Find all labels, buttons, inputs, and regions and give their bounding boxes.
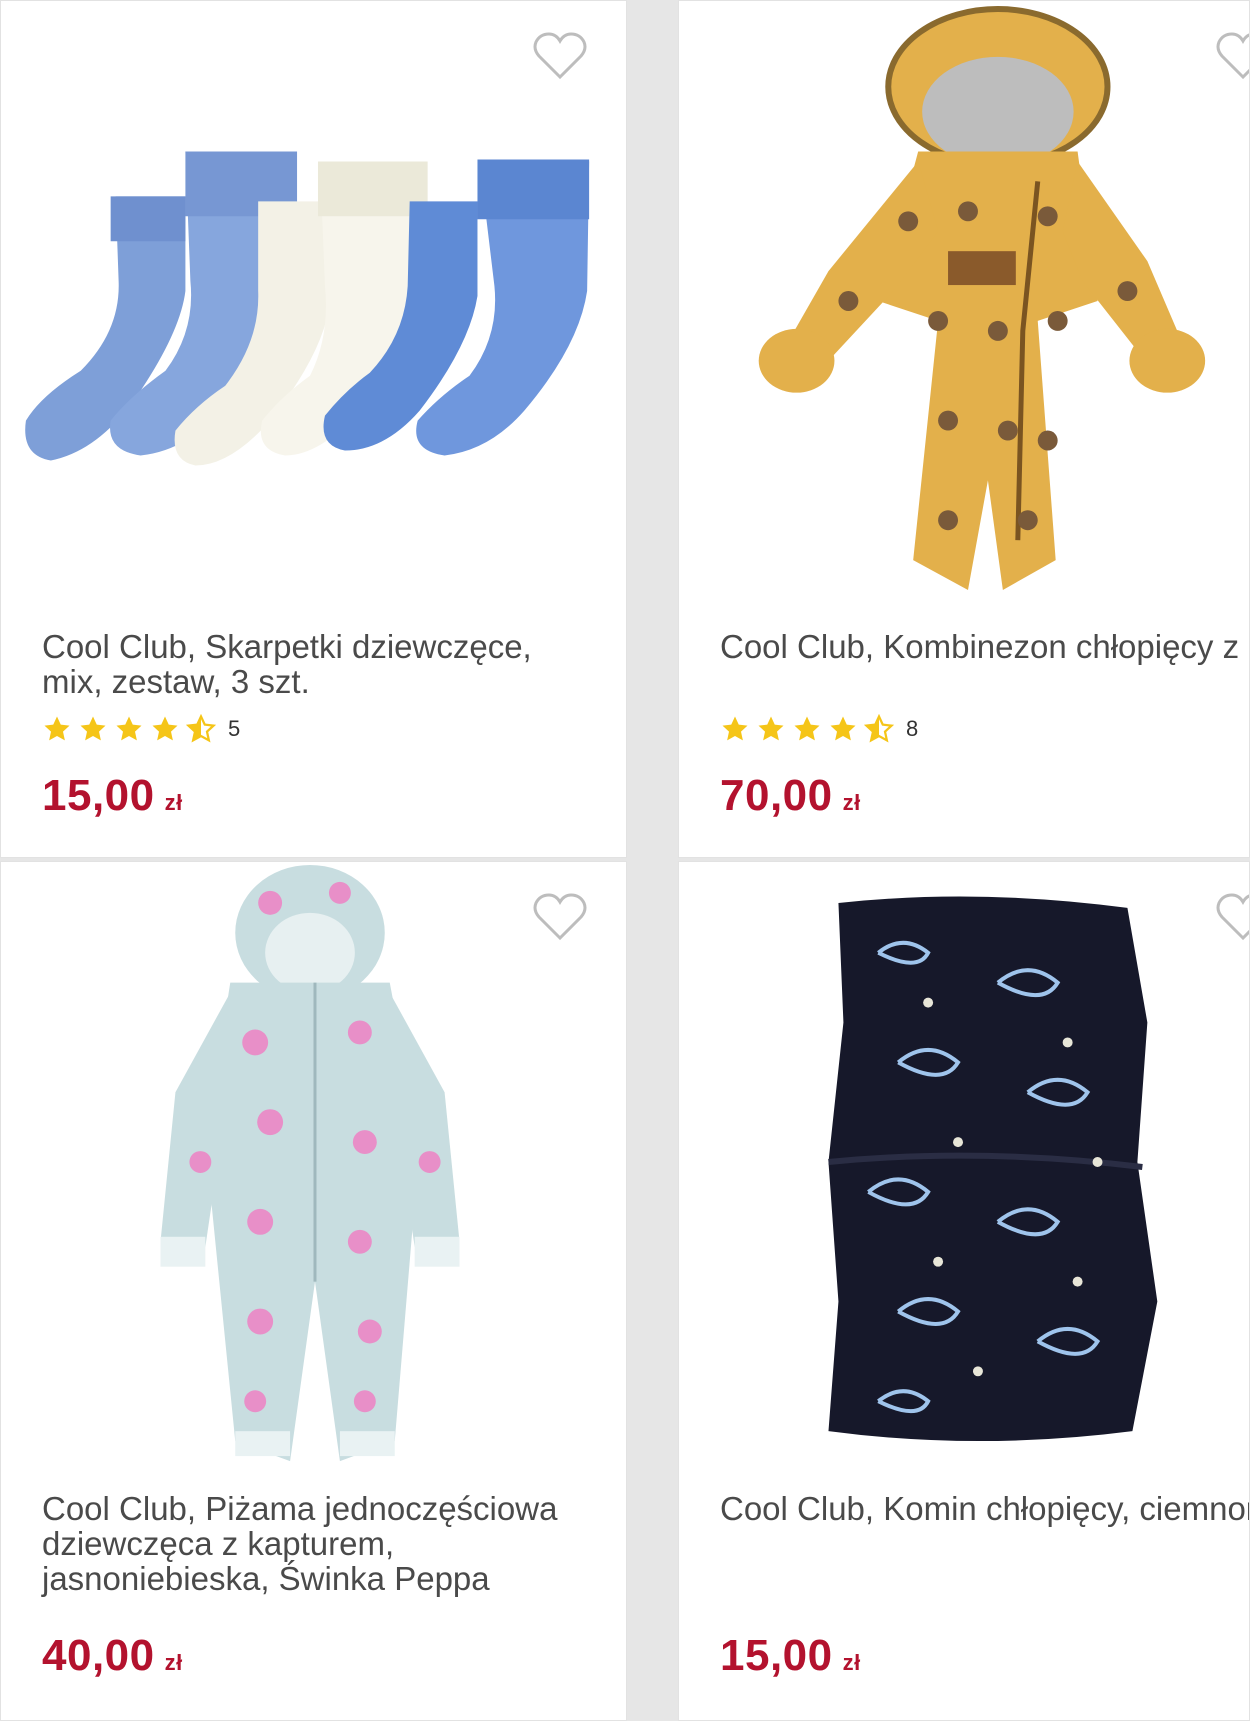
heart-icon[interactable] [532,31,588,81]
heart-icon[interactable] [532,892,588,942]
heart-icon[interactable] [1215,892,1249,942]
star-full-icon [758,716,784,741]
product-card[interactable]: Cool Club, Piżama jednoczęściowa dziewcz… [0,861,627,1721]
star-half-icon [186,714,216,743]
product-price: 70,00 zł [720,771,861,820]
rating-stars: 8 [720,713,918,745]
star-full-icon [80,716,106,741]
product-card[interactable]: Cool Club, Skarpetki dziewczęce, mix, ze… [0,0,627,858]
product-card[interactable]: Cool Club, Komin chłopięcy, ciemnoniebie… [678,861,1250,1721]
rating-count: 8 [906,716,919,741]
rating-count: 5 [228,716,241,741]
product-price: 40,00 zł [42,1631,183,1680]
heart-icon[interactable] [1215,31,1249,81]
product-image-socks[interactable] [1,1,626,601]
product-title[interactable]: Cool Club, Skarpetki dziewczęce, mix, ze… [42,629,622,699]
star-full-icon [44,716,70,741]
star-full-icon [116,716,142,741]
product-card[interactable]: Cool Club, Kombinezon chłopięcy z kaptur… [678,0,1250,858]
product-title[interactable]: Cool Club, Kombinezon chłopięcy z kaptur… [720,629,1249,664]
star-full-icon [152,716,178,741]
product-title[interactable]: Cool Club, Komin chłopięcy, ciemnoniebie… [720,1491,1249,1526]
product-price: 15,00 zł [42,771,183,820]
product-price: 15,00 zł [720,1631,861,1680]
product-image-pajama[interactable] [1,862,626,1482]
star-full-icon [830,716,856,741]
product-image-neck-warmer[interactable] [679,862,1249,1482]
product-image-snowsuit[interactable] [679,1,1249,601]
rating-stars: 5 [42,713,240,745]
star-full-icon [794,716,820,741]
star-half-icon [864,714,894,743]
star-full-icon [722,716,748,741]
product-title[interactable]: Cool Club, Piżama jednoczęściowa dziewcz… [42,1491,622,1596]
